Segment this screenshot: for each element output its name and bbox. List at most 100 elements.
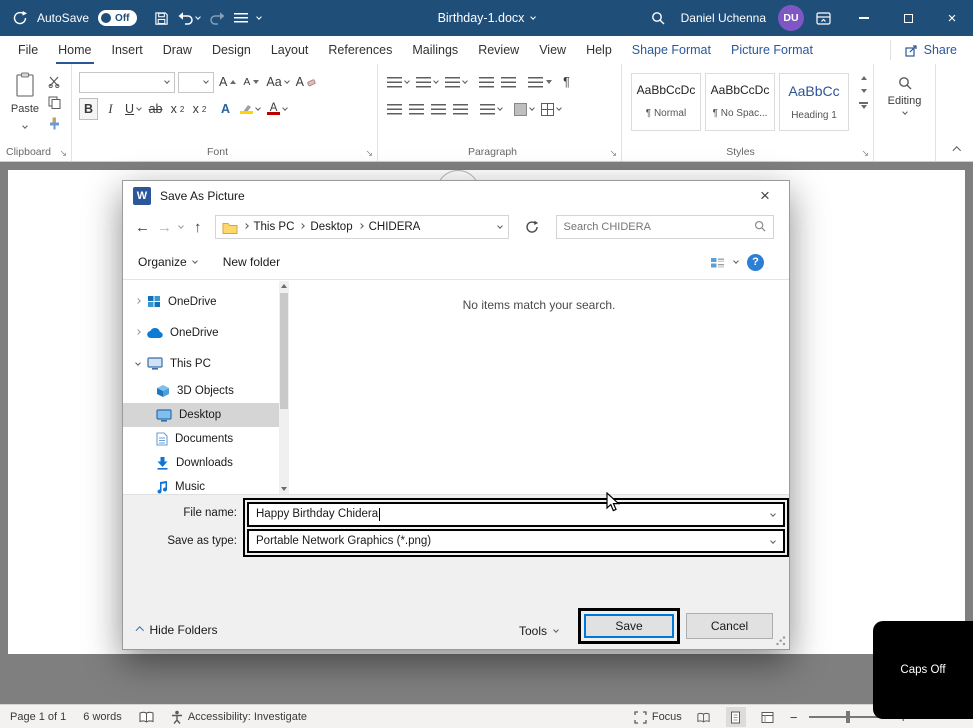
- view-dropdown-icon[interactable]: [733, 258, 739, 264]
- address-dropdown-icon[interactable]: [496, 223, 503, 229]
- recent-locations-icon[interactable]: [178, 223, 184, 229]
- expand-icon[interactable]: [135, 297, 141, 304]
- justify-button[interactable]: [451, 98, 470, 120]
- collapse-icon[interactable]: [135, 359, 141, 366]
- dialog-close-button[interactable]: ×: [751, 186, 779, 206]
- word-count[interactable]: 6 words: [83, 711, 122, 723]
- collapse-ribbon-icon[interactable]: [952, 146, 961, 155]
- page-count[interactable]: Page 1 of 1: [10, 711, 66, 723]
- tab-help[interactable]: Help: [586, 36, 612, 64]
- underline-button[interactable]: U: [123, 98, 143, 120]
- help-button[interactable]: ?: [747, 253, 764, 271]
- close-button[interactable]: ×: [931, 0, 973, 36]
- organize-button[interactable]: Organize: [138, 255, 198, 269]
- align-center-button[interactable]: [407, 98, 426, 120]
- breadcrumb-this-pc[interactable]: This PC: [254, 221, 295, 233]
- styles-scroll-up-icon[interactable]: [860, 76, 867, 80]
- tools-button[interactable]: Tools: [519, 624, 559, 638]
- search-input[interactable]: Search CHIDERA: [555, 215, 774, 239]
- user-name[interactable]: Daniel Uchenna: [681, 11, 766, 25]
- tab-insert[interactable]: Insert: [112, 36, 143, 64]
- paragraph-launcher-icon[interactable]: ↘: [609, 148, 617, 159]
- superscript-button[interactable]: x2: [190, 98, 209, 120]
- sidebar-item-downloads[interactable]: Downloads: [123, 451, 279, 475]
- decrease-indent-button[interactable]: [477, 71, 496, 93]
- ribbon-display-options-icon[interactable]: [816, 11, 831, 26]
- file-list-area[interactable]: No items match your search.: [289, 281, 789, 494]
- grow-font-button[interactable]: A: [217, 71, 238, 93]
- web-layout-button[interactable]: [758, 707, 778, 727]
- clipboard-launcher-icon[interactable]: ↘: [59, 148, 67, 159]
- accessibility-status[interactable]: Accessibility: Investigate: [171, 710, 307, 724]
- strikethrough-button[interactable]: ab: [146, 98, 165, 120]
- styles-scroll-down-icon[interactable]: [860, 89, 867, 93]
- avatar[interactable]: DU: [778, 5, 804, 31]
- subscript-button[interactable]: x2: [168, 98, 187, 120]
- save-as-type-select[interactable]: Portable Network Graphics (*.png): [247, 528, 785, 553]
- sidebar-item-this-pc[interactable]: This PC: [123, 348, 279, 379]
- file-name-dropdown-icon[interactable]: [770, 511, 776, 517]
- tab-shape-format[interactable]: Shape Format: [632, 36, 711, 64]
- align-right-button[interactable]: [429, 98, 448, 120]
- up-button[interactable]: ↑: [194, 219, 202, 236]
- font-color-button[interactable]: A: [265, 98, 289, 120]
- tab-picture-format[interactable]: Picture Format: [731, 36, 813, 64]
- scrollbar-thumb[interactable]: [280, 293, 288, 409]
- save-button[interactable]: Save: [584, 614, 674, 638]
- increase-indent-button[interactable]: [499, 71, 518, 93]
- highlight-color-button[interactable]: [238, 98, 262, 120]
- tab-references[interactable]: References: [328, 36, 392, 64]
- maximize-button[interactable]: [887, 0, 929, 36]
- zoom-out-button[interactable]: −: [790, 710, 798, 725]
- read-mode-button[interactable]: [694, 707, 714, 727]
- customize-qat-icon[interactable]: [233, 13, 248, 23]
- view-selector-icon[interactable]: [710, 256, 725, 269]
- print-layout-button[interactable]: [725, 707, 746, 727]
- proofing-icon[interactable]: [139, 711, 154, 723]
- resize-grip[interactable]: [775, 635, 786, 646]
- minimize-button[interactable]: [843, 0, 885, 36]
- cancel-button[interactable]: Cancel: [686, 613, 773, 639]
- borders-button[interactable]: [539, 98, 563, 120]
- style-no-spacing[interactable]: AaBbCcDc ¶ No Spac...: [705, 73, 775, 131]
- bold-button[interactable]: B: [79, 98, 98, 120]
- italic-button[interactable]: I: [101, 98, 120, 120]
- dialog-titlebar[interactable]: W Save As Picture ×: [123, 181, 789, 211]
- format-painter-icon[interactable]: [48, 117, 61, 130]
- sidebar-scrollbar[interactable]: [279, 281, 289, 494]
- breadcrumb-chidera[interactable]: CHIDERA: [369, 221, 421, 233]
- tab-draw[interactable]: Draw: [163, 36, 192, 64]
- tab-file[interactable]: File: [18, 36, 38, 64]
- clear-formatting-button[interactable]: A: [294, 71, 318, 93]
- tab-home[interactable]: Home: [56, 36, 94, 64]
- sidebar-item-onedrive-1[interactable]: OneDrive: [123, 286, 279, 317]
- styles-pane-button[interactable]: [859, 102, 868, 109]
- sidebar-item-music[interactable]: Music: [123, 475, 279, 494]
- hide-folders-button[interactable]: Hide Folders: [135, 623, 218, 637]
- save-as-type-dropdown-icon[interactable]: [770, 537, 776, 544]
- refresh-icon[interactable]: [525, 220, 539, 234]
- cut-icon[interactable]: [48, 75, 61, 88]
- focus-button[interactable]: Focus: [634, 710, 682, 724]
- qat-dropdown-icon[interactable]: [255, 14, 262, 20]
- font-size-combo[interactable]: [178, 71, 214, 93]
- sidebar-item-onedrive-2[interactable]: OneDrive: [123, 317, 279, 348]
- document-title-area[interactable]: Birthday-1.docx: [438, 11, 537, 25]
- change-case-button[interactable]: Aa: [264, 71, 290, 93]
- sidebar-item-documents[interactable]: Documents: [123, 427, 279, 451]
- zoom-slider-thumb[interactable]: [846, 711, 851, 723]
- tab-design[interactable]: Design: [212, 36, 251, 64]
- line-spacing-button[interactable]: [478, 98, 504, 120]
- tab-view[interactable]: View: [539, 36, 566, 64]
- show-hide-pilcrow-button[interactable]: ¶: [557, 71, 576, 93]
- tab-mailings[interactable]: Mailings: [412, 36, 458, 64]
- numbering-button[interactable]: [414, 71, 440, 93]
- styles-launcher-icon[interactable]: ↘: [861, 148, 869, 159]
- editing-button[interactable]: Editing: [874, 76, 935, 115]
- save-icon[interactable]: [154, 11, 169, 26]
- scroll-down-icon[interactable]: [280, 487, 287, 491]
- search-icon[interactable]: [651, 11, 665, 25]
- breadcrumb-desktop[interactable]: Desktop: [310, 221, 352, 233]
- redo-icon[interactable]: [209, 11, 225, 25]
- text-effects-button[interactable]: A: [216, 98, 235, 120]
